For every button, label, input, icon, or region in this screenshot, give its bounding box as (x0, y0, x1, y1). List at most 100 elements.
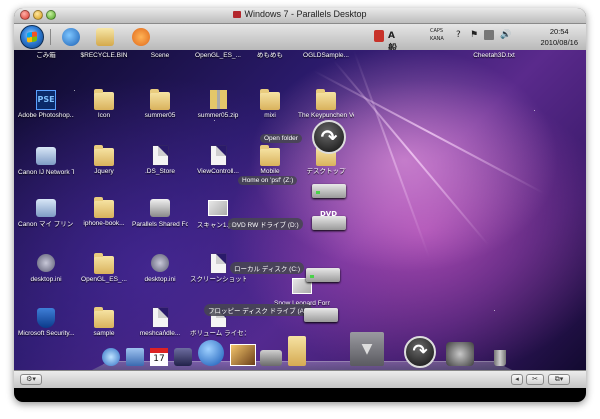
network-icon[interactable] (484, 30, 494, 40)
preview-icon[interactable] (126, 348, 144, 366)
desktop-icon-label: sample (93, 330, 115, 337)
wallpaper-star (74, 90, 75, 91)
dvd-drive-icon[interactable]: DVD (312, 210, 346, 232)
desktop-icon-folder[interactable]: The Keypunchen Version... (298, 89, 354, 120)
kana-indicator: KANA (430, 36, 444, 42)
ini-icon (151, 254, 169, 272)
ini-icon (37, 254, 55, 272)
taskbar-clock[interactable]: 20:54 2010/08/16 (540, 26, 578, 48)
desktop-icon-zip[interactable]: summer05.zip (190, 90, 246, 120)
desktop-icon-photoshop[interactable]: PSE Adobe Photoshop... (18, 90, 74, 120)
desktop-icon-security[interactable]: Microsoft Security... (18, 308, 74, 338)
desktop-icon-recycle[interactable]: ごみ箱 (18, 50, 74, 60)
desktop-icon-file[interactable]: ViewControll... (190, 146, 246, 176)
parallels-status-bar: ⚙▾ ◂ ✂ ⧉▾ (14, 370, 586, 388)
help-icon[interactable]: ? (456, 30, 461, 40)
folder-icon (94, 89, 114, 110)
status-window-mode-button[interactable]: ⧉▾ (548, 374, 570, 385)
desktop-icon-label: ViewControll... (197, 168, 239, 175)
photoshop-icon: PSE (36, 90, 56, 110)
canon-icon (36, 199, 56, 217)
local-disk-callout: ローカル ディスク (C:) (230, 262, 304, 274)
desktop-icon-folder[interactable]: summer05 (132, 89, 188, 120)
desktop-icon-label: summer05 (144, 112, 176, 119)
desktop-icon-canon-print[interactable]: Canon マイ プリント (18, 198, 74, 229)
desktop-icon-recycle-bin-folder[interactable]: $RECYCLE.BIN (76, 50, 132, 60)
imovie-icon[interactable] (174, 348, 192, 366)
internet-explorer-icon[interactable] (62, 28, 80, 46)
desktop-icon-ogldsample[interactable]: OGLDSample... (298, 50, 354, 60)
floppy-drive-icon[interactable] (304, 302, 338, 324)
folder-icon (94, 197, 114, 218)
desktop-icon-label: Scene (150, 52, 170, 59)
folder-stack-icon[interactable] (288, 336, 306, 366)
folder-icon (94, 253, 114, 274)
desktop-area[interactable]: ごみ箱 $RECYCLE.BIN Scene OpenGL_ES_... めもめ… (14, 50, 586, 370)
desktop-icon-cheetah-txt[interactable]: Cheetah3D.txt (466, 50, 522, 60)
desktop-icon-opengl[interactable]: OpenGL_ES_... (190, 50, 246, 60)
desktop-icon-label: iphone-book... (83, 220, 125, 227)
desktop-icon-folder[interactable]: Jquery (76, 145, 132, 176)
windows-taskbar: A般 CAPS KANA ? ⚑ 🔊 20:54 2010/08/16 (14, 24, 586, 54)
wallpaper-streak (353, 50, 431, 259)
media-player-icon[interactable] (132, 28, 150, 46)
safari-icon[interactable] (102, 348, 120, 366)
status-tools-button[interactable]: ✂ (526, 374, 544, 385)
folder-icon (94, 307, 114, 328)
explorer-folder-icon[interactable] (96, 28, 114, 46)
desktop-icon-ini[interactable]: desktop.ini (132, 254, 188, 284)
desktop-icon-folder[interactable]: Icon (76, 89, 132, 120)
desktop-icon-file[interactable]: .DS_Store (132, 146, 188, 176)
folder-icon (316, 89, 336, 110)
floppy-callout: フロッピー ディスク ドライブ (A:) (204, 304, 312, 316)
desktop-icon-folder[interactable]: sample (76, 307, 132, 338)
volume-icon[interactable]: 🔊 (500, 30, 511, 40)
go-arrow-icon[interactable] (404, 336, 436, 368)
downloads-stack-icon[interactable]: ▼ (350, 332, 384, 366)
desktop-icon-label: Canon IJ Network Tool (18, 169, 74, 176)
dvd-badge: DVD (320, 210, 338, 218)
taskbar-separator (50, 29, 51, 45)
clock-time: 20:54 (549, 27, 569, 36)
window-title-text: Windows 7 - Parallels Desktop (244, 9, 367, 19)
quicktime-icon[interactable] (198, 340, 224, 366)
trash-icon[interactable] (494, 350, 506, 366)
desktop-icon-label: summer05.zip (197, 112, 239, 119)
status-left-button[interactable]: ◂ (511, 374, 523, 385)
start-button[interactable] (20, 25, 44, 49)
desktop-icon-label: デスクトップ (306, 168, 346, 175)
folder-icon (94, 145, 114, 166)
desktop-icon-memo[interactable]: めもめも (242, 50, 298, 60)
desktop-icon-parallels-shared[interactable]: Parallels Shared Folders (132, 198, 188, 229)
desktop-icon-label: スクリーンショット 2010-08-1... (190, 276, 246, 283)
desktop-icon-label: OpenGL_ES_... (195, 52, 241, 59)
desktop-icon-file[interactable]: meshcandle... (132, 308, 188, 338)
camera-icon[interactable] (260, 350, 282, 366)
desktop-icon-folder[interactable]: Mobile (242, 145, 298, 176)
network-drive-icon[interactable] (312, 178, 346, 200)
desktop-icon-ini[interactable]: desktop.ini (18, 254, 74, 284)
desktop-icon-label: OGLDSample... (303, 52, 349, 59)
desktop-icon-scene[interactable]: Scene (132, 50, 188, 60)
desktop-icon-folder[interactable]: mixi (242, 89, 298, 120)
title-bar[interactable]: Windows 7 - Parallels Desktop (14, 8, 586, 24)
desktop-icon-canon-network[interactable]: Canon IJ Network Tool (18, 146, 74, 177)
desktop-icon-label: Canon マイ プリント (18, 221, 74, 228)
local-disk-icon[interactable] (306, 262, 340, 284)
desktop-icon-folder[interactable]: iphone-book... (76, 197, 132, 228)
parallels-app-icon (233, 11, 242, 18)
open-folder-arrow-icon[interactable] (312, 120, 346, 154)
desktop-icon-label: mixi (264, 112, 276, 119)
desktop-icon-label: Icon (97, 112, 111, 119)
canon-icon (36, 147, 56, 165)
iphoto-icon[interactable] (230, 344, 256, 366)
flag-icon[interactable]: ⚑ (470, 30, 478, 40)
system-preferences-icon[interactable] (446, 342, 474, 366)
file-icon (152, 146, 168, 165)
desktop-icon-folder[interactable]: OpenGL_ES_... (76, 253, 132, 284)
ime-icon[interactable] (374, 30, 384, 42)
action-menu-button[interactable]: ⚙▾ (20, 374, 42, 385)
desktop-icon-label: Jquery (94, 168, 114, 175)
desktop-icon-label: desktop.ini (144, 276, 176, 283)
ical-icon[interactable]: 17 (150, 348, 168, 366)
